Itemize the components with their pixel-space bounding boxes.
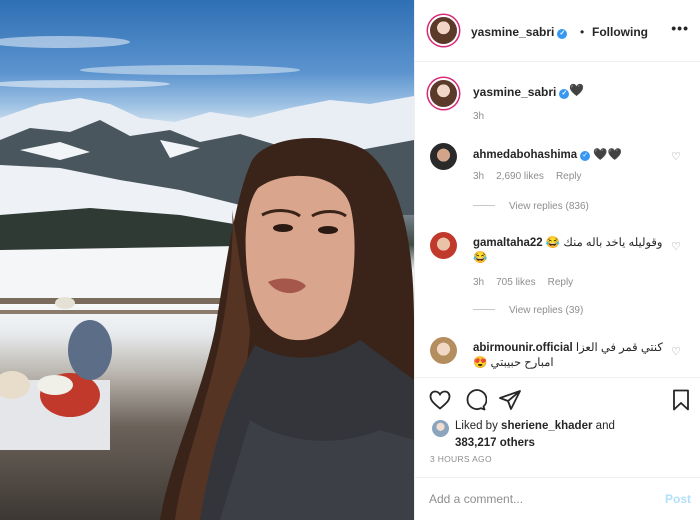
comment-username[interactable]: gamaltaha22	[473, 237, 543, 249]
comment-meta: 3h 2,690 likes Reply	[473, 171, 594, 182]
caption-username[interactable]: yasmine_sabri ✓	[473, 85, 570, 99]
comment-time[interactable]: 3h	[473, 277, 484, 288]
comment-username[interactable]: ahmedabohashima	[473, 149, 577, 161]
liker-avatar[interactable]	[432, 420, 449, 437]
caption-text: 🖤	[569, 83, 584, 97]
comment-like-heart-icon[interactable]: ♡	[671, 150, 681, 163]
comment-text-line-2: 😂	[473, 252, 488, 264]
comment-like-heart-icon[interactable]: ♡	[671, 345, 681, 358]
heart-outline-icon[interactable]	[428, 388, 452, 412]
following-button[interactable]: Following	[592, 25, 648, 39]
post-photo[interactable]	[0, 0, 414, 520]
comment-input[interactable]	[429, 490, 649, 508]
comment-likes[interactable]: 705 likes	[496, 277, 535, 288]
post-details-panel: yasmine_sabri ✓ • Following ••• yasmine_s…	[414, 0, 700, 520]
paper-plane-icon[interactable]	[498, 388, 522, 412]
view-replies-button[interactable]: View replies (836)	[473, 201, 589, 212]
view-replies-button[interactable]: View replies (39)	[473, 305, 583, 316]
comment-reply-button[interactable]: Reply	[556, 171, 582, 182]
author-username[interactable]: yasmine_sabri ✓	[471, 25, 568, 39]
post-header: yasmine_sabri ✓ • Following •••	[415, 0, 700, 62]
comment-avatar[interactable]	[430, 232, 457, 259]
bookmark-icon[interactable]	[669, 388, 693, 412]
comment-time[interactable]: 3h	[473, 171, 484, 182]
post-photo-illustration	[0, 36, 414, 520]
comment-reply-button[interactable]: Reply	[548, 277, 574, 288]
comment-text-line: abirmounir.official كنتي قمر في العزا	[473, 340, 663, 354]
likes-text: Liked by sheriene_khader and 383,217 oth…	[455, 420, 615, 449]
comment-text-line-2: امبارح حبيبتي 😍	[473, 357, 554, 369]
verified-badge-icon: ✓	[580, 151, 591, 161]
more-options-icon[interactable]: •••	[671, 20, 689, 36]
likes-count[interactable]: 383,217 others	[455, 437, 535, 449]
comment-text-line: gamaltaha22 وقوليله ياخد باله منك 😂	[473, 235, 662, 249]
separator-dot: •	[580, 25, 585, 39]
comment-username[interactable]: abirmounir.official	[473, 342, 573, 354]
add-comment-bar: Post	[415, 477, 700, 520]
comment-text-line: ahmedabohashima ✓ 🖤🖤	[473, 147, 622, 161]
comment-icon[interactable]	[463, 388, 487, 412]
verified-badge-icon: ✓	[559, 89, 570, 99]
comment-avatar[interactable]	[430, 143, 457, 170]
author-avatar[interactable]	[430, 17, 457, 44]
post-actions-bar	[415, 377, 700, 421]
liker-username[interactable]: sheriene_khader	[501, 420, 592, 432]
comment-like-heart-icon[interactable]: ♡	[671, 240, 681, 253]
comment-likes[interactable]: 2,690 likes	[496, 171, 544, 182]
comment-avatar[interactable]	[430, 337, 457, 364]
comment-text: كنتي قمر في العزا	[575, 342, 663, 354]
post-timestamp[interactable]: 3 HOURS AGO	[430, 454, 492, 464]
comment-meta: 3h 705 likes Reply	[473, 277, 585, 288]
comment-text: وقوليله ياخد باله منك 😂	[545, 237, 663, 249]
post-comment-button[interactable]: Post	[665, 492, 691, 506]
comment-text: 🖤🖤	[593, 149, 623, 161]
caption-avatar[interactable]	[430, 80, 457, 107]
verified-badge-icon: ✓	[557, 29, 568, 39]
caption-time[interactable]: 3h	[473, 111, 484, 122]
